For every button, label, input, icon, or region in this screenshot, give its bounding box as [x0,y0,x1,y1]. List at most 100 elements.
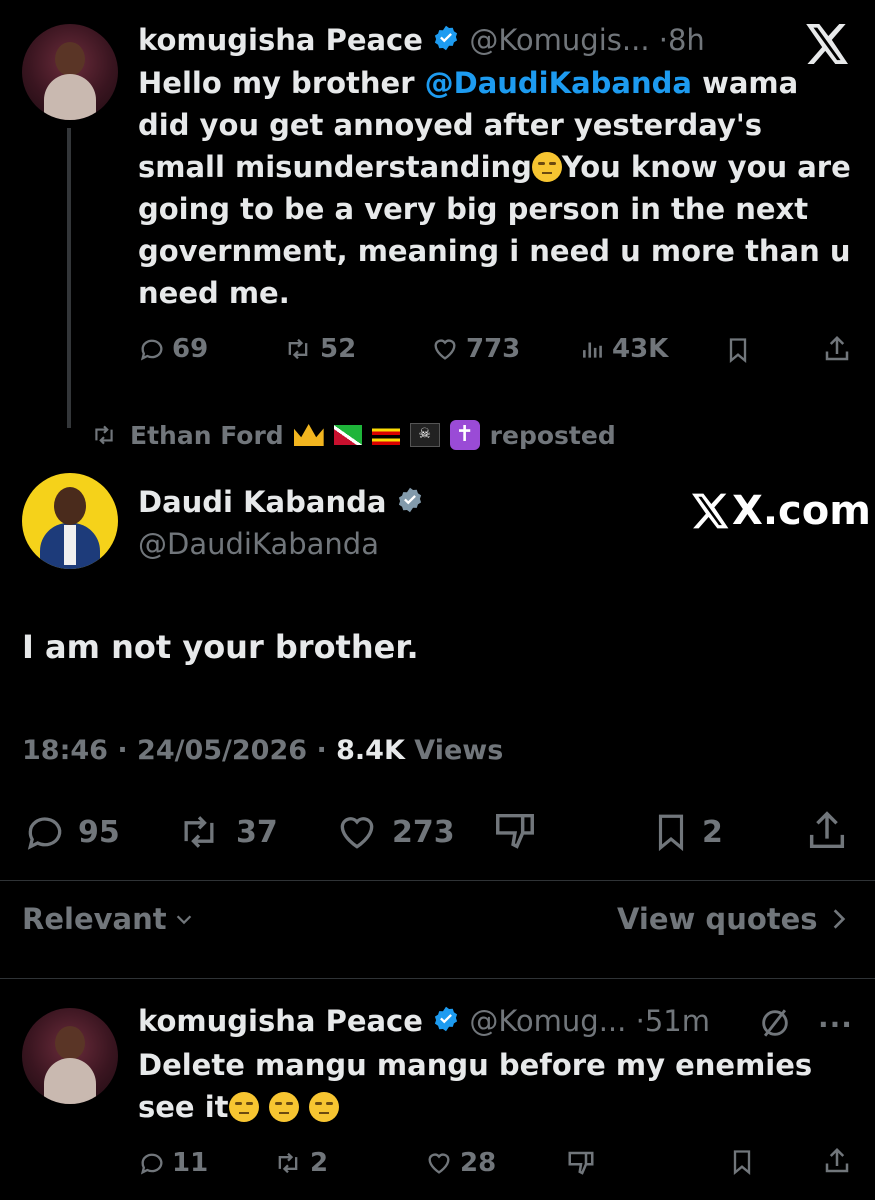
avatar[interactable] [22,473,118,569]
repost-count: 52 [320,334,357,364]
post-time[interactable]: 18:46 [22,735,108,766]
reply-icon [140,1153,163,1175]
post-time[interactable]: 8h [668,23,705,57]
author-handle[interactable]: @Komug... [469,1004,626,1038]
reply-count: 69 [172,334,209,364]
bookmark-button[interactable]: 2 [650,810,723,854]
share-button[interactable] [804,808,850,854]
reply-button[interactable]: 95 [22,810,120,854]
thumbs-down-icon [496,813,534,849]
avatar-body [44,1058,96,1104]
like-button[interactable]: 273 [332,810,455,854]
unamused-face-icon [531,152,562,182]
heart-icon [428,1153,450,1174]
repost-indicator: Ethan Ford ☠ ✝ reposted [88,420,616,450]
unamused-face-icon [268,1092,299,1122]
author-block: Daudi Kabanda @DaudiKabanda [138,482,424,564]
tweet-text-part: Hello my brother [138,66,425,100]
author-name[interactable]: komugisha Peace [138,23,423,57]
view-quotes-label: View quotes [617,902,818,936]
bookmark-count: 2 [702,814,723,850]
unamused-face-icon [228,1092,259,1122]
repost-button[interactable]: 2 [272,1148,328,1178]
latin-cross-icon: ✝ [449,420,480,450]
view-count: 43K [612,334,669,364]
dot-separator: · [316,735,327,766]
sort-dropdown[interactable]: Relevant [22,902,195,936]
author-handle[interactable]: @Komugis... [469,23,649,57]
bookmark-icon [733,1150,751,1175]
views-button[interactable]: 43K [580,334,668,364]
post-date[interactable]: 24/05/2026 [137,735,307,766]
repost-button[interactable]: 37 [172,810,278,854]
like-count: 28 [460,1148,497,1178]
tweet-text: Hello my brother @DaudiKabanda wama did … [138,62,853,314]
crown-icon [293,424,324,446]
avatar-head [54,487,86,525]
bookmark-icon [729,338,747,363]
bookmark-button[interactable] [724,336,752,364]
mention-link[interactable]: @DaudiKabanda [425,66,692,100]
watermark-text: X.com [732,488,871,534]
verified-badge-icon [432,1002,460,1044]
author-name[interactable]: Daudi Kabanda [138,485,386,519]
repost-icon [278,1152,298,1174]
avatar-shirt [64,525,76,565]
tweet-header: komugisha Peace @Komugis... ·8h [138,20,705,62]
repost-icon [95,425,113,445]
repost-icon [288,338,308,360]
x-logo-icon [692,493,729,529]
thumbs-down-icon [568,1151,594,1175]
repost-button[interactable]: 52 [282,334,356,364]
avatar[interactable] [22,1008,118,1104]
repost-count: 2 [310,1148,329,1178]
pirate-flag-icon: ☠ [409,423,440,447]
chevron-down-icon [176,915,191,925]
avatar[interactable] [22,24,118,120]
reply-button[interactable]: 11 [138,1148,208,1178]
verified-badge-icon [396,484,424,524]
author-handle[interactable]: @DaudiKabanda [138,524,424,564]
post-time[interactable]: 51m [645,1004,710,1038]
share-icon [825,1147,849,1173]
tweet-meta: 18:46 · 24/05/2026 · 8.4K Views [22,735,503,766]
reply-button[interactable]: 69 [138,334,208,364]
more-options-icon[interactable]: ··· [818,1008,853,1041]
reply-count: 95 [78,814,120,850]
share-icon [825,335,849,361]
share-button[interactable] [822,334,852,364]
reply-icon [27,817,62,850]
sort-label: Relevant [22,902,167,936]
dot-separator: · [117,735,128,766]
author-name[interactable]: komugisha Peace [138,1004,423,1038]
watermark: X.com [692,488,871,534]
view-quotes-link[interactable]: View quotes [617,902,848,936]
dot-separator: · [635,1004,645,1038]
bookmark-icon [658,814,684,852]
uganda-flag-icon [371,425,400,445]
avatar-head [55,1026,85,1060]
divider [0,880,875,881]
avatar-head [55,42,85,76]
divider [0,978,875,979]
avatar-body [44,74,96,120]
reply-header: komugisha Peace @Komug... ·51m [138,1000,710,1044]
repost-count: 37 [236,814,278,850]
heart-icon [434,339,456,360]
like-button[interactable]: 773 [430,334,520,364]
like-button[interactable]: 28 [424,1148,496,1178]
reposter-name[interactable]: Ethan Ford [130,421,284,450]
like-count: 273 [392,814,455,850]
reply-icon [140,339,163,361]
downvote-button[interactable] [492,808,538,854]
view-count: 8.4K [336,735,405,766]
downvote-button[interactable] [566,1148,596,1178]
like-count: 773 [466,334,521,364]
grok-icon[interactable] [758,1006,792,1044]
share-button[interactable] [822,1146,852,1176]
burundi-flag-icon [333,425,362,445]
tweet-text: I am not your brother. [22,628,419,666]
reply-text: Delete mangu mangu before my enemies see… [138,1044,838,1128]
reply-count: 11 [172,1148,209,1178]
bookmark-button[interactable] [728,1148,756,1176]
